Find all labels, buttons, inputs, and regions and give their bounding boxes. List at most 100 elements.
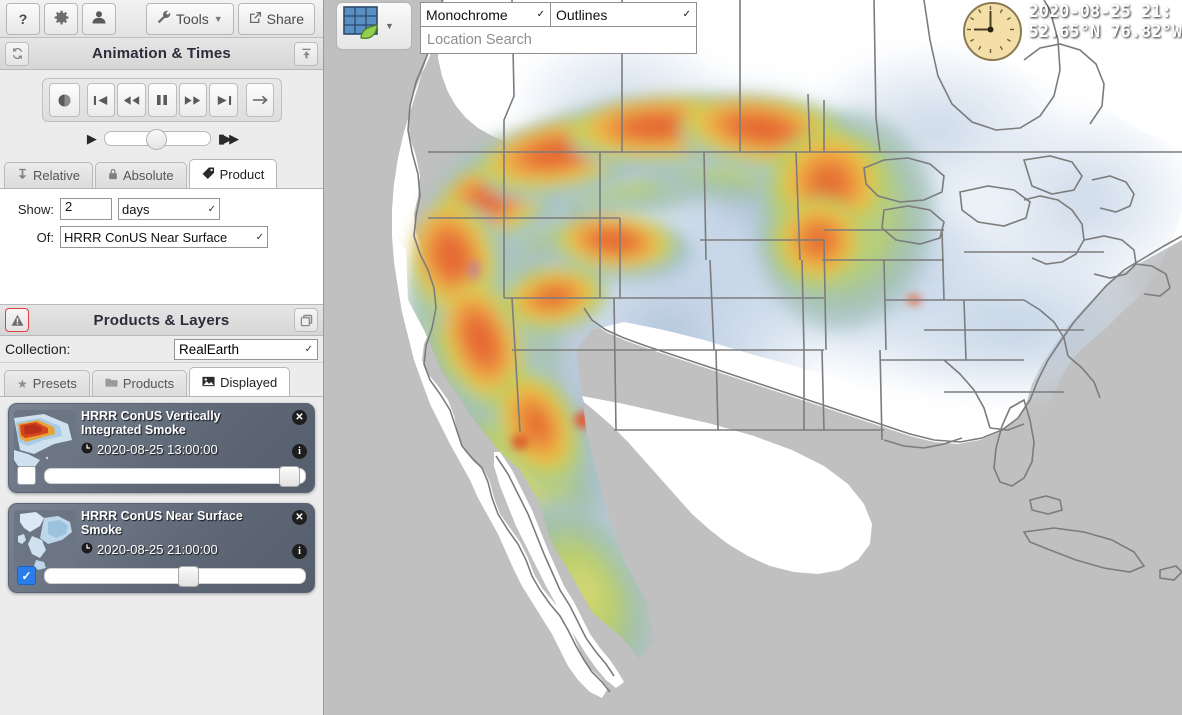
star-icon: ★ — [17, 376, 28, 391]
location-search-placeholder: Location Search — [427, 32, 532, 48]
collection-label: Collection: — [5, 341, 71, 357]
show-value-text: 2 — [65, 199, 73, 214]
layer-opacity-knob[interactable] — [178, 565, 199, 587]
tab-relative[interactable]: Relative — [4, 162, 93, 188]
show-unit-select[interactable]: days ✓ — [118, 198, 220, 220]
layer-thumbnail — [14, 510, 76, 572]
share-label: Share — [266, 10, 304, 27]
of-label: Of: — [36, 229, 54, 245]
playback-step-button[interactable] — [245, 83, 275, 117]
tab-absolute[interactable]: Absolute — [94, 162, 187, 188]
tab-presets-label: Presets — [32, 376, 77, 391]
clock-icon — [81, 442, 93, 457]
time-mode-tabs: Relative Absolute Product — [0, 159, 323, 189]
layer-opacity-knob[interactable] — [278, 465, 300, 487]
map-search-group: Monochrome ✓ Outlines ✓ Location Search — [420, 2, 697, 54]
collapse-up-icon[interactable] — [294, 41, 318, 66]
products-panel-header: Products & Layers — [0, 304, 323, 336]
tab-displayed[interactable]: Displayed — [189, 367, 291, 396]
fast-forward-icon: ▮▶▶ — [217, 131, 239, 146]
tab-products-label: Products — [122, 376, 175, 391]
tab-product[interactable]: Product — [188, 159, 278, 188]
layer-visibility-checkbox[interactable] — [17, 466, 36, 485]
list-item[interactable]: HRRR ConUS Near Surface Smoke ✕ 2020-08-… — [8, 503, 315, 593]
folder-icon — [105, 376, 118, 391]
layer-name: HRRR ConUS Vertically Integrated Smoke — [81, 409, 221, 437]
tab-presets[interactable]: ★ Presets — [4, 370, 90, 396]
account-button[interactable] — [82, 2, 116, 35]
share-button[interactable]: Share — [237, 2, 315, 35]
tab-product-label: Product — [219, 166, 265, 182]
tools-button[interactable]: Tools ▼ — [146, 2, 234, 35]
settings-button[interactable] — [44, 2, 78, 35]
map-overlay-select[interactable]: Outlines ✓ — [551, 2, 697, 27]
layer-thumbnail — [14, 410, 76, 472]
show-value-input[interactable]: 2 — [60, 198, 112, 220]
speed-slider-row: ▶ ▮▶▶ — [0, 129, 323, 150]
help-button[interactable]: ? — [6, 2, 40, 35]
playback-pause-button[interactable] — [147, 83, 177, 117]
basemap-button[interactable]: ▼ — [336, 2, 412, 50]
layer-name: HRRR ConUS Near Surface Smoke — [81, 509, 243, 537]
map-status-readout: 2020-08-25 21: 52.65°N 76.82°W — [963, 2, 1182, 61]
of-row: Of: HRRR ConUS Near Surface ✓ — [0, 226, 323, 248]
playback-rewind-button[interactable] — [117, 83, 146, 117]
remove-layer-button[interactable]: ✕ — [292, 510, 307, 525]
gear-icon — [54, 10, 69, 28]
speed-slider-knob[interactable] — [146, 129, 168, 150]
layer-time-row: 2020-08-25 13:00:00 — [81, 442, 218, 457]
collection-row: Collection: RealEarth ✓ — [0, 336, 323, 363]
copy-icon[interactable] — [294, 308, 318, 332]
tab-absolute-label: Absolute — [122, 168, 174, 183]
layer-timestamp: 2020-08-25 21:00:00 — [97, 542, 218, 557]
of-product-select[interactable]: HRRR ConUS Near Surface ✓ — [60, 226, 268, 248]
layer-time-row: 2020-08-25 21:00:00 — [81, 542, 218, 557]
speed-slider-track[interactable] — [103, 129, 211, 150]
layer-controls-row — [17, 465, 306, 487]
warning-icon[interactable] — [5, 308, 29, 332]
layer-timestamp: 2020-08-25 13:00:00 — [97, 442, 218, 457]
layer-controls-row: ✓ — [17, 565, 306, 587]
products-panel-title: Products & Layers — [93, 311, 230, 329]
layer-opacity-track[interactable] — [44, 565, 306, 587]
tag-icon — [202, 167, 215, 182]
map-select-row: Monochrome ✓ Outlines ✓ — [420, 2, 697, 27]
collection-select[interactable]: RealEarth ✓ — [174, 338, 318, 360]
map-svg — [324, 0, 1182, 715]
show-row: Show: 2 days ✓ — [0, 198, 323, 220]
map-canvas[interactable] — [324, 0, 1182, 715]
basemap-style-select[interactable]: Monochrome ✓ — [420, 2, 551, 27]
of-product-value: HRRR ConUS Near Surface — [64, 229, 228, 245]
tab-products[interactable]: Products — [91, 370, 188, 396]
chevron-down-icon: ✓ — [207, 203, 216, 215]
playback-clock-button[interactable] — [48, 83, 80, 117]
chevron-down-icon[interactable]: ▼ — [385, 21, 394, 31]
list-item[interactable]: HRRR ConUS Vertically Integrated Smoke ✕… — [8, 403, 315, 493]
map-tiles-leaf-icon — [341, 4, 383, 49]
help-label: ? — [18, 10, 28, 27]
play-triangle-icon: ▶ — [86, 131, 97, 146]
left-sidebar: ? Tools ▼ Share Animation & Times ▶ ▮▶▶ … — [0, 0, 324, 715]
show-unit-value: days — [122, 201, 150, 217]
layer-opacity-track[interactable] — [44, 465, 306, 487]
playback-first-button[interactable] — [86, 83, 116, 117]
layer-info-button[interactable]: i — [292, 544, 307, 559]
chevron-down-icon: ▼ — [213, 13, 223, 24]
map-overlay-value: Outlines — [556, 6, 608, 23]
pin-icon — [17, 168, 28, 183]
wrench-icon — [157, 10, 171, 27]
chevron-down-icon: ✓ — [304, 343, 313, 355]
layer-info-button[interactable]: i — [292, 444, 307, 459]
refresh-icon[interactable] — [5, 41, 29, 66]
playback-forward-button[interactable] — [178, 83, 208, 117]
playback-last-button[interactable] — [209, 83, 238, 117]
animation-panel-title: Animation & Times — [92, 45, 231, 62]
remove-layer-button[interactable]: ✕ — [292, 410, 307, 425]
location-search-input[interactable]: Location Search — [420, 27, 697, 54]
animation-controls-body: ▶ ▮▶▶ — [0, 70, 323, 152]
lock-icon — [108, 168, 118, 183]
layer-visibility-checkbox[interactable]: ✓ — [17, 566, 36, 585]
product-time-form: Show: 2 days ✓ Of: HRRR ConUS Near Surfa… — [0, 189, 323, 304]
chevron-down-icon: ✓ — [536, 9, 545, 20]
chevron-down-icon: ✓ — [255, 231, 264, 243]
